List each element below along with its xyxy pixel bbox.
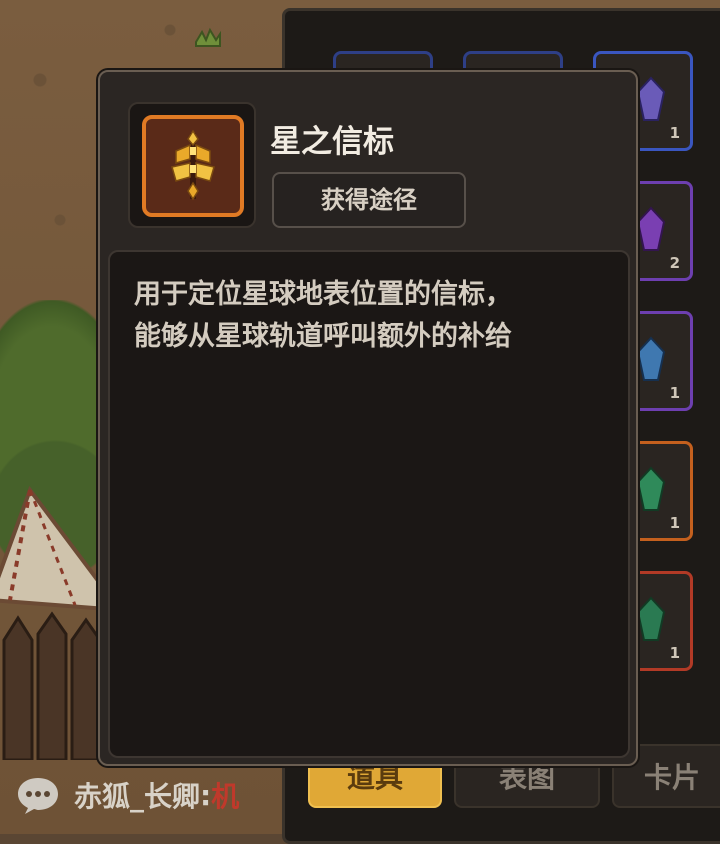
description-line: 用于定位星球地表位置的信标， xyxy=(134,279,512,310)
green-crystal-icon xyxy=(636,466,666,511)
purple-crystal-icon xyxy=(636,76,666,121)
item-count: 1 xyxy=(669,384,680,402)
chat-sender: 赤狐_长卿 xyxy=(74,780,201,813)
chat-preview[interactable]: 赤狐_长卿 : 机 xyxy=(16,770,239,820)
item-count: 1 xyxy=(669,124,680,142)
obtain-source-button[interactable]: 获得途径 xyxy=(272,172,466,228)
purple-crystal-icon xyxy=(636,206,666,251)
green-crystal-icon xyxy=(636,596,666,641)
chat-bubble-icon[interactable] xyxy=(16,775,60,815)
item-count: 2 xyxy=(669,254,680,272)
item-count: 1 xyxy=(669,514,680,532)
chat-message: 机 xyxy=(211,780,240,813)
item-icon-slot xyxy=(142,115,244,217)
blue-crystal-icon xyxy=(636,336,666,381)
item-description-box: 用于定位星球地表位置的信标， 能够从星球轨道呼叫额外的补给 xyxy=(108,250,630,758)
item-title: 星之信标 xyxy=(270,124,394,160)
item-count: 1 xyxy=(669,644,680,662)
chat-colon: : xyxy=(200,778,212,812)
item-tooltip: 星之信标 获得途径 用于定位星球地表位置的信标， 能够从星球轨道呼叫额外的补给 xyxy=(98,70,638,766)
description-line: 能够从星球轨道呼叫额外的补给 xyxy=(134,321,512,352)
sprout-icon xyxy=(195,27,221,47)
beacon-icon xyxy=(171,129,215,201)
item-icon-frame xyxy=(128,102,256,228)
fence-icon xyxy=(2,611,102,760)
